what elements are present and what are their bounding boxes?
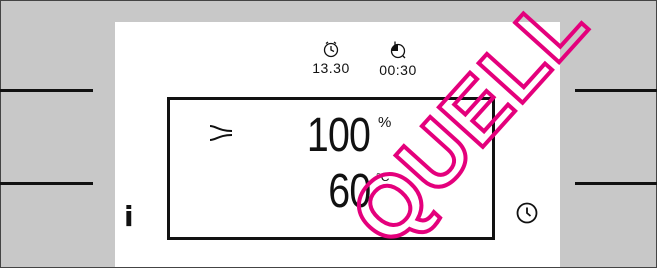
end-time-value: 13.30: [312, 60, 350, 76]
clock-icon[interactable]: [515, 201, 539, 225]
duration-status: 00:30: [370, 40, 426, 78]
left-upper-button-line[interactable]: [0, 89, 93, 92]
power-unit: %: [378, 114, 392, 131]
clock-alarm-icon: [323, 41, 339, 58]
duration-value: 00:30: [379, 62, 417, 78]
end-time-status: 13.30: [305, 40, 357, 76]
right-upper-button-line[interactable]: [575, 89, 657, 92]
lcd-display: 100 % 60 °C: [167, 97, 495, 240]
left-lower-button-line[interactable]: [0, 182, 93, 185]
timer-icon: [390, 41, 406, 59]
temperature-unit: °C: [376, 170, 390, 184]
temperature-value: 60: [327, 165, 371, 218]
hot-air-mode-icon: [209, 125, 233, 141]
right-lower-button-line[interactable]: [575, 182, 657, 185]
power-value: 100: [306, 109, 371, 162]
info-button[interactable]: i: [124, 200, 134, 233]
